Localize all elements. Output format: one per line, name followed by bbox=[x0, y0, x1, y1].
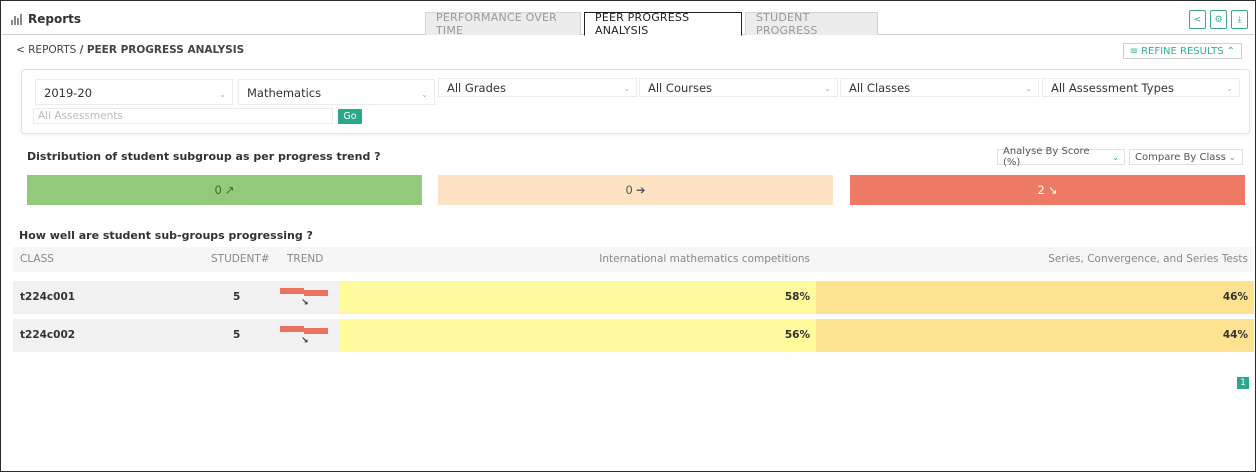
student-count: 5 bbox=[233, 329, 241, 341]
breadcrumb: < REPORTS / PEER PROGRESS ANALYSIS bbox=[16, 44, 244, 56]
bar-chart-icon bbox=[11, 13, 23, 25]
table-row[interactable]: t224c002 5 ↘ 56% 44% bbox=[13, 319, 1254, 352]
assessment-types-select[interactable]: All Assessment Types ⌄ bbox=[1042, 78, 1240, 97]
table-header: CLASS STUDENT# TREND International mathe… bbox=[13, 247, 1254, 272]
compare-by-dropdown[interactable]: Compare By Class ⌄ bbox=[1129, 149, 1243, 165]
assessment-types-select-value: All Assessment Types bbox=[1051, 81, 1174, 95]
column-header-intl-math[interactable]: International mathematics competitions bbox=[599, 253, 810, 265]
chevron-down-icon: ⌄ bbox=[1226, 84, 1233, 93]
subject-select[interactable]: Mathematics ⌄ bbox=[238, 79, 435, 105]
tab-performance-over-time[interactable]: PERFORMANCE OVER TIME bbox=[425, 11, 581, 37]
go-button[interactable]: Go bbox=[338, 109, 362, 124]
trend-sparkline: ↘ bbox=[280, 322, 330, 346]
grades-select[interactable]: All Grades ⌄ bbox=[438, 78, 637, 97]
tab-student-progress[interactable]: STUDENT PROGRESS bbox=[745, 11, 878, 37]
trend-improving-box[interactable]: 0 ↗ bbox=[27, 175, 422, 205]
arrow-right-icon: ➔ bbox=[635, 183, 646, 197]
tab-peer-progress-analysis[interactable]: PEER PROGRESS ANALYSIS bbox=[584, 11, 742, 37]
reports-title-label: Reports bbox=[28, 12, 82, 26]
chevron-down-icon: ⌄ bbox=[1228, 152, 1236, 162]
analyse-by-label: Analyse By Score (%) bbox=[1003, 146, 1090, 168]
classes-select-value: All Classes bbox=[849, 81, 911, 95]
refine-results-label: REFINE RESULTS bbox=[1141, 45, 1224, 57]
score-value: 58% bbox=[784, 291, 810, 303]
trend-bar bbox=[304, 328, 328, 334]
subject-select-value: Mathematics bbox=[247, 86, 322, 100]
trend-declining-box[interactable]: 2 ↘ bbox=[850, 175, 1245, 205]
chevron-down-icon: ⌄ bbox=[1112, 152, 1119, 162]
chevron-up-icon: ⌃ bbox=[1226, 45, 1235, 57]
arrow-down-right-icon: ↘ bbox=[1047, 183, 1058, 197]
score-value: 44% bbox=[1222, 329, 1248, 341]
score-value: 46% bbox=[1222, 291, 1248, 303]
distribution-title: Distribution of student subgroup as per … bbox=[27, 150, 381, 163]
arrow-down-right-icon: ↘ bbox=[301, 336, 309, 346]
chevron-down-icon: ⌄ bbox=[824, 84, 831, 93]
score-value: 56% bbox=[784, 329, 810, 341]
trend-sparkline: ↘ bbox=[280, 284, 330, 308]
grades-select-value: All Grades bbox=[447, 81, 506, 95]
compare-by-label: Compare By Class bbox=[1135, 151, 1226, 163]
classes-select[interactable]: All Classes ⌄ bbox=[840, 78, 1039, 97]
app-frame: Reports PERFORMANCE OVER TIME PEER PROGR… bbox=[0, 0, 1256, 472]
trend-improving-count: 0 bbox=[214, 183, 222, 197]
arrow-up-right-icon: ↗ bbox=[224, 183, 235, 197]
chevron-down-icon: ⌄ bbox=[623, 84, 630, 93]
student-count: 5 bbox=[233, 291, 241, 303]
trend-bar bbox=[280, 288, 304, 294]
analyse-by-dropdown[interactable]: Analyse By Score (%) ⌄ bbox=[997, 146, 1125, 168]
courses-select[interactable]: All Courses ⌄ bbox=[639, 78, 838, 97]
reports-title: Reports bbox=[11, 12, 81, 26]
refine-results-button[interactable]: ≡ REFINE RESULTS ⌃ bbox=[1122, 43, 1242, 59]
top-bar: Reports PERFORMANCE OVER TIME PEER PROGR… bbox=[2, 2, 1254, 37]
trend-bar bbox=[280, 326, 304, 332]
pagination-page[interactable]: 1 bbox=[1237, 377, 1249, 389]
score-cell: 46% bbox=[816, 281, 1254, 314]
download-icon[interactable]: ⤓ bbox=[1231, 10, 1248, 29]
trend-declining-count: 2 bbox=[1037, 183, 1045, 197]
breadcrumb-current: PEER PROGRESS ANALYSIS bbox=[86, 44, 245, 56]
progress-table-title: How well are student sub-groups progress… bbox=[19, 229, 313, 242]
score-cell: 58% bbox=[339, 281, 816, 314]
column-header-series[interactable]: Series, Convergence, and Series Tests bbox=[1048, 253, 1248, 265]
class-name[interactable]: t224c002 bbox=[20, 329, 75, 341]
chevron-down-icon: ⌄ bbox=[1025, 84, 1032, 93]
year-select[interactable]: 2019-20 ⌄ bbox=[35, 79, 233, 105]
arrow-down-right-icon: ↘ bbox=[301, 298, 309, 308]
column-header-students[interactable]: STUDENT# bbox=[211, 253, 270, 265]
assessments-input[interactable]: All Assessments bbox=[33, 108, 333, 124]
chevron-down-icon: ⌄ bbox=[421, 90, 428, 99]
toolbar: < ⚙ ⤓ bbox=[1189, 10, 1248, 29]
table-row[interactable]: t224c001 5 ↘ 58% 46% bbox=[13, 281, 1254, 314]
breadcrumb-reports-link[interactable]: < REPORTS bbox=[16, 44, 76, 56]
breadcrumb-separator: / bbox=[79, 44, 84, 56]
column-header-class[interactable]: CLASS bbox=[20, 253, 54, 265]
year-select-value: 2019-20 bbox=[44, 86, 93, 100]
column-header-trend: TREND bbox=[287, 253, 324, 265]
settings-icon[interactable]: ⚙ bbox=[1210, 10, 1227, 29]
share-icon[interactable]: < bbox=[1189, 10, 1206, 29]
report-tabs: PERFORMANCE OVER TIME PEER PROGRESS ANAL… bbox=[425, 11, 881, 37]
filter-icon: ≡ bbox=[1129, 45, 1139, 57]
trend-steady-count: 0 bbox=[625, 183, 633, 197]
courses-select-value: All Courses bbox=[648, 81, 713, 95]
trend-bar bbox=[304, 290, 328, 296]
score-cell: 56% bbox=[339, 319, 816, 352]
class-name[interactable]: t224c001 bbox=[20, 291, 75, 303]
score-cell: 44% bbox=[816, 319, 1254, 352]
chevron-down-icon: ⌄ bbox=[219, 90, 226, 99]
filter-panel: 2019-20 ⌄ Mathematics ⌄ All Grades ⌄ All… bbox=[21, 69, 1250, 134]
trend-steady-box[interactable]: 0 ➔ bbox=[438, 175, 833, 205]
